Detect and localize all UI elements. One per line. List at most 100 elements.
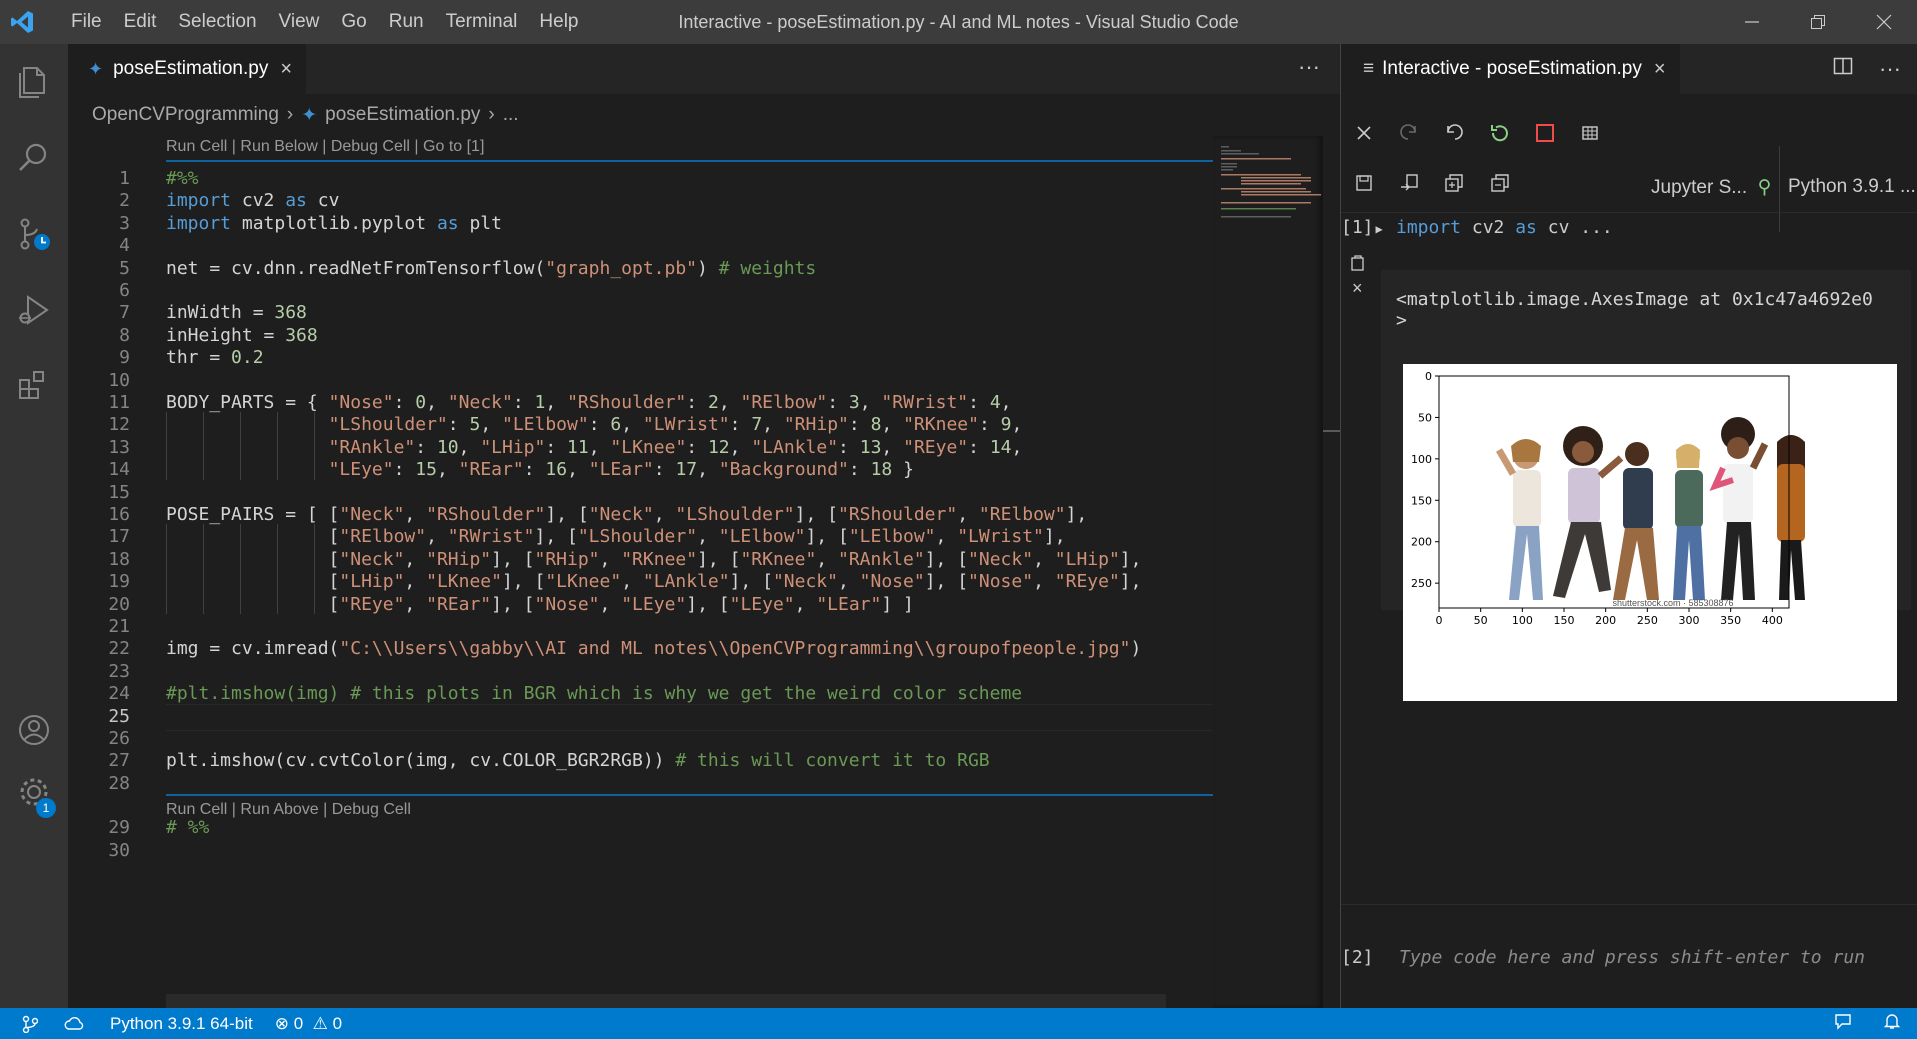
code-line[interactable]: import cv2 as cv <box>166 190 339 211</box>
kernel-picker[interactable]: Python 3.9.1 ... <box>1788 176 1916 198</box>
line-number: 7 <box>119 302 130 324</box>
line-number: 15 <box>108 481 130 503</box>
undo-icon[interactable] <box>1441 120 1467 146</box>
code-line[interactable]: import matplotlib.pyplot as plt <box>166 213 502 234</box>
code-line[interactable]: ["RElbow", "RWrist"], ["LShoulder", "LEl… <box>166 526 1066 547</box>
line-number: 1 <box>119 168 130 189</box>
export-icon[interactable] <box>1396 170 1422 196</box>
notifications-bell-icon[interactable] <box>1883 1012 1901 1035</box>
more-actions-icon[interactable]: ··· <box>1879 44 1901 94</box>
code-line[interactable]: "LShoulder": 5, "LElbow": 6, "LWrist": 7… <box>166 414 1023 435</box>
close-window-button[interactable] <box>1851 0 1917 44</box>
input-execution-label: [2] <box>1341 947 1374 968</box>
code-line[interactable]: POSE_PAIRS = [ ["Neck", "RShoulder"], ["… <box>166 504 1087 525</box>
line-number: 16 <box>108 504 130 525</box>
breadcrumb-folder[interactable]: OpenCVProgramming <box>92 104 279 126</box>
code-line[interactable]: #plt.imshow(img) # this plots in BGR whi… <box>166 683 1022 704</box>
close-tab-icon[interactable]: × <box>280 58 292 81</box>
indent-guide <box>203 412 204 480</box>
code-line[interactable]: thr = 0.2 <box>166 347 264 368</box>
extensions-icon[interactable] <box>0 348 68 424</box>
expand-cells-icon[interactable] <box>1441 170 1467 196</box>
menu-help[interactable]: Help <box>528 0 589 44</box>
codelens-top[interactable]: Run Cell | Run Below | Debug Cell | Go t… <box>166 138 484 156</box>
menu-edit[interactable]: Edit <box>113 0 168 44</box>
menu-view[interactable]: View <box>268 0 331 44</box>
feedback-icon[interactable] <box>1833 1012 1853 1035</box>
restart-kernel-icon[interactable] <box>1487 120 1513 146</box>
indent-guide <box>277 524 278 614</box>
breadcrumb-file[interactable]: poseEstimation.py <box>325 104 480 126</box>
chevron-right-icon: › <box>286 104 294 125</box>
input-placeholder[interactable]: Type code here and press shift-enter to … <box>1399 947 1865 968</box>
source-control-icon[interactable] <box>0 196 68 272</box>
menu-terminal[interactable]: Terminal <box>435 0 529 44</box>
editor-tab-bar: ✦ poseEstimation.py × ··· <box>68 44 1340 94</box>
code-area[interactable]: Run Cell | Run Below | Debug Cell | Go t… <box>68 136 1213 1008</box>
run-debug-icon[interactable] <box>0 272 68 348</box>
code-line[interactable]: #%% <box>166 168 199 189</box>
code-line[interactable]: inWidth = 368 <box>166 302 307 323</box>
interactive-window-icon: ≡ <box>1363 58 1375 79</box>
expand-cell-icon[interactable]: ▶ <box>1376 222 1383 236</box>
code-line[interactable]: plt.imshow(cv.cvtColor(img, cv.COLOR_BGR… <box>166 750 990 771</box>
code-line[interactable]: ["Neck", "RHip"], ["RHip", "RKnee"], ["R… <box>166 549 1142 570</box>
menu-run[interactable]: Run <box>378 0 435 44</box>
line-number: 29 <box>108 817 130 839</box>
goto-code-icon[interactable] <box>1349 254 1379 278</box>
restore-button[interactable] <box>1785 0 1851 44</box>
code-line[interactable]: "LEye": 15, "REar": 16, "LEar": 17, "Bac… <box>166 459 914 480</box>
sync-cloud-icon[interactable] <box>64 1016 84 1032</box>
indent-guide <box>277 412 278 480</box>
code-input-area[interactable]: [2] Type code here and press shift-enter… <box>1341 904 1917 1008</box>
menu-selection[interactable]: Selection <box>167 0 267 44</box>
interrupt-kernel-icon[interactable] <box>1532 120 1558 146</box>
clear-all-icon[interactable] <box>1351 120 1377 146</box>
vertical-scrollbar[interactable] <box>1323 136 1340 1008</box>
close-tab-icon[interactable]: × <box>1654 58 1666 81</box>
code-line[interactable]: img = cv.imread("C:\\Users\\gabby\\AI an… <box>166 638 1141 659</box>
indent-guide <box>166 524 167 614</box>
line-number: 30 <box>108 839 130 861</box>
code-line[interactable]: ["REye", "REar"], ["Nose", "LEye"], ["LE… <box>166 594 914 615</box>
problems-button[interactable]: ⊗ 0 ⚠ 0 <box>275 1014 342 1034</box>
line-number: 14 <box>108 459 130 481</box>
delete-cell-icon[interactable]: × <box>1349 278 1379 302</box>
python-interpreter-button[interactable]: Python 3.9.1 64-bit <box>110 1014 253 1034</box>
error-icon: ⊗ <box>274 1013 289 1033</box>
save-icon[interactable] <box>1351 170 1377 196</box>
code-line[interactable]: # %% <box>166 817 209 838</box>
jupyter-server-label[interactable]: Jupyter S... ⚲ <box>1651 176 1772 199</box>
x-tick-label: 0 <box>1436 614 1443 627</box>
minimap[interactable] <box>1213 136 1323 1008</box>
minimize-button[interactable] <box>1719 0 1785 44</box>
code-line[interactable]: net = cv.dnn.readNetFromTensorflow("grap… <box>166 258 816 279</box>
code-line[interactable]: BODY_PARTS = { "Nose": 0, "Neck": 1, "RS… <box>166 392 1012 413</box>
collapse-cells-icon[interactable] <box>1487 170 1513 196</box>
tab-pose-estimation[interactable]: ✦ poseEstimation.py × <box>68 44 307 94</box>
search-icon[interactable] <box>0 120 68 196</box>
breadcrumb-symbols[interactable]: ... <box>503 104 519 126</box>
line-number: 18 <box>108 548 130 570</box>
redo-icon[interactable] <box>1396 120 1422 146</box>
branch-icon[interactable] <box>22 1015 38 1033</box>
settings-gear-icon[interactable]: 1 <box>0 754 68 830</box>
variables-icon[interactable] <box>1577 120 1603 146</box>
tab-interactive[interactable]: ≡ Interactive - poseEstimation.py × <box>1341 44 1680 94</box>
menu-go[interactable]: Go <box>330 0 377 44</box>
split-editor-icon[interactable] <box>1833 44 1853 94</box>
code-line[interactable]: "RAnkle": 10, "LHip": 11, "LKnee": 12, "… <box>166 437 1023 458</box>
x-tick-label: 300 <box>1679 614 1700 627</box>
horizontal-scrollbar[interactable] <box>166 994 1166 1008</box>
explorer-icon[interactable] <box>0 44 68 120</box>
code-line[interactable]: inHeight = 368 <box>166 325 318 346</box>
cell-code-collapsed[interactable]: import cv2 as cv ... <box>1396 217 1613 238</box>
indent-guide <box>166 412 167 480</box>
line-number: 3 <box>119 212 130 234</box>
line-number: 27 <box>108 750 130 772</box>
more-actions-icon[interactable]: ··· <box>1298 44 1320 90</box>
y-tick-label: 150 <box>1411 494 1432 507</box>
code-line[interactable]: ["LHip", "LKnee"], ["LKnee", "LAnkle"], … <box>166 571 1142 592</box>
status-bar: Python 3.9.1 64-bit ⊗ 0 ⚠ 0 <box>0 1008 1917 1039</box>
menu-file[interactable]: File <box>60 0 113 44</box>
